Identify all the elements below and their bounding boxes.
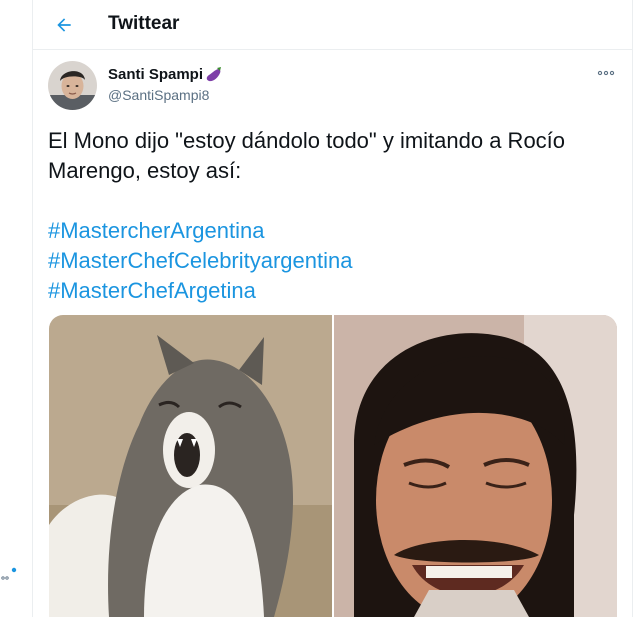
hashtag-link[interactable]: #MasterChefArgetina — [48, 276, 618, 306]
eggplant-icon — [206, 66, 222, 81]
tweet-text: El Mono dijo "estoy dándolo todo" y imit… — [48, 126, 618, 186]
hashtag-list: #MastercherArgentina #MasterChefCelebrit… — [48, 216, 618, 306]
more-horizontal-icon — [597, 70, 615, 76]
author-name-text: Santi Spampi — [108, 66, 204, 83]
tweet-text-line: El Mono dijo "estoy dándolo todo" y imit… — [48, 128, 566, 153]
hashtag-link[interactable]: #MasterChefCelebrityargentina — [48, 246, 618, 276]
tweet-text-line: Marengo, estoy así: — [48, 158, 242, 183]
man-laughing-image[interactable] — [334, 315, 617, 617]
more-button[interactable] — [595, 64, 617, 82]
top-header: Twittear — [33, 0, 632, 50]
author-handle[interactable]: @SantiSpampi8 — [108, 87, 209, 103]
hashtag-link[interactable]: #MastercherArgentina — [48, 216, 618, 246]
edge-more-icon — [1, 567, 17, 580]
avatar-image — [48, 61, 97, 110]
author-name[interactable]: Santi Spampi — [108, 66, 223, 83]
avatar[interactable] — [48, 61, 97, 110]
back-button[interactable] — [47, 8, 81, 42]
page-title: Twittear — [108, 13, 180, 34]
cat-laughing-image[interactable] — [49, 315, 332, 617]
tweet-panel: Twittear Santi Spampi @SantiSpampi8 El M… — [32, 0, 633, 617]
cat-image-drawing — [49, 315, 332, 617]
media-grid — [49, 315, 617, 617]
arrow-left-icon — [57, 18, 71, 32]
man-image-drawing — [334, 315, 617, 617]
